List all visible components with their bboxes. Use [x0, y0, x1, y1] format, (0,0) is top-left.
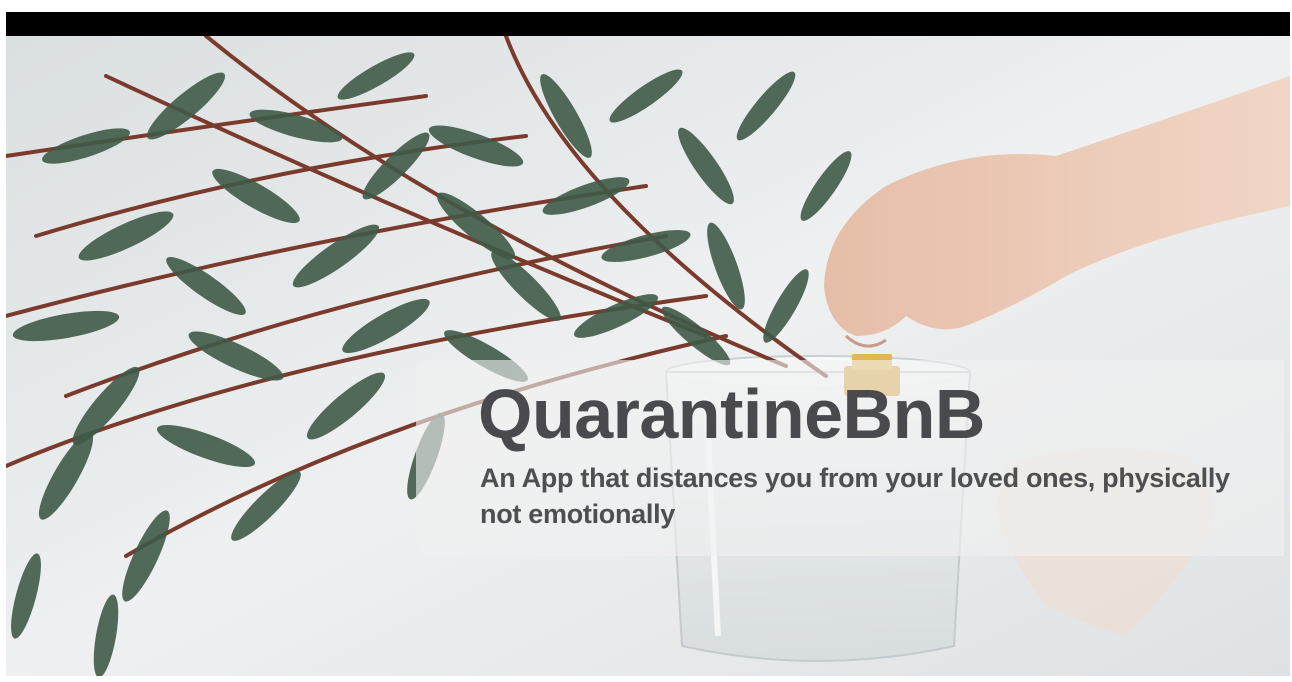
screen: QuarantineBnB An App that distances you …	[0, 0, 1292, 682]
letterbox-bar	[6, 12, 1290, 36]
hero-banner	[6, 36, 1290, 676]
hero-photo	[6, 36, 1290, 676]
app-title: QuarantineBnB	[478, 375, 985, 453]
app-tagline: An App that distances you from your love…	[480, 463, 1230, 529]
